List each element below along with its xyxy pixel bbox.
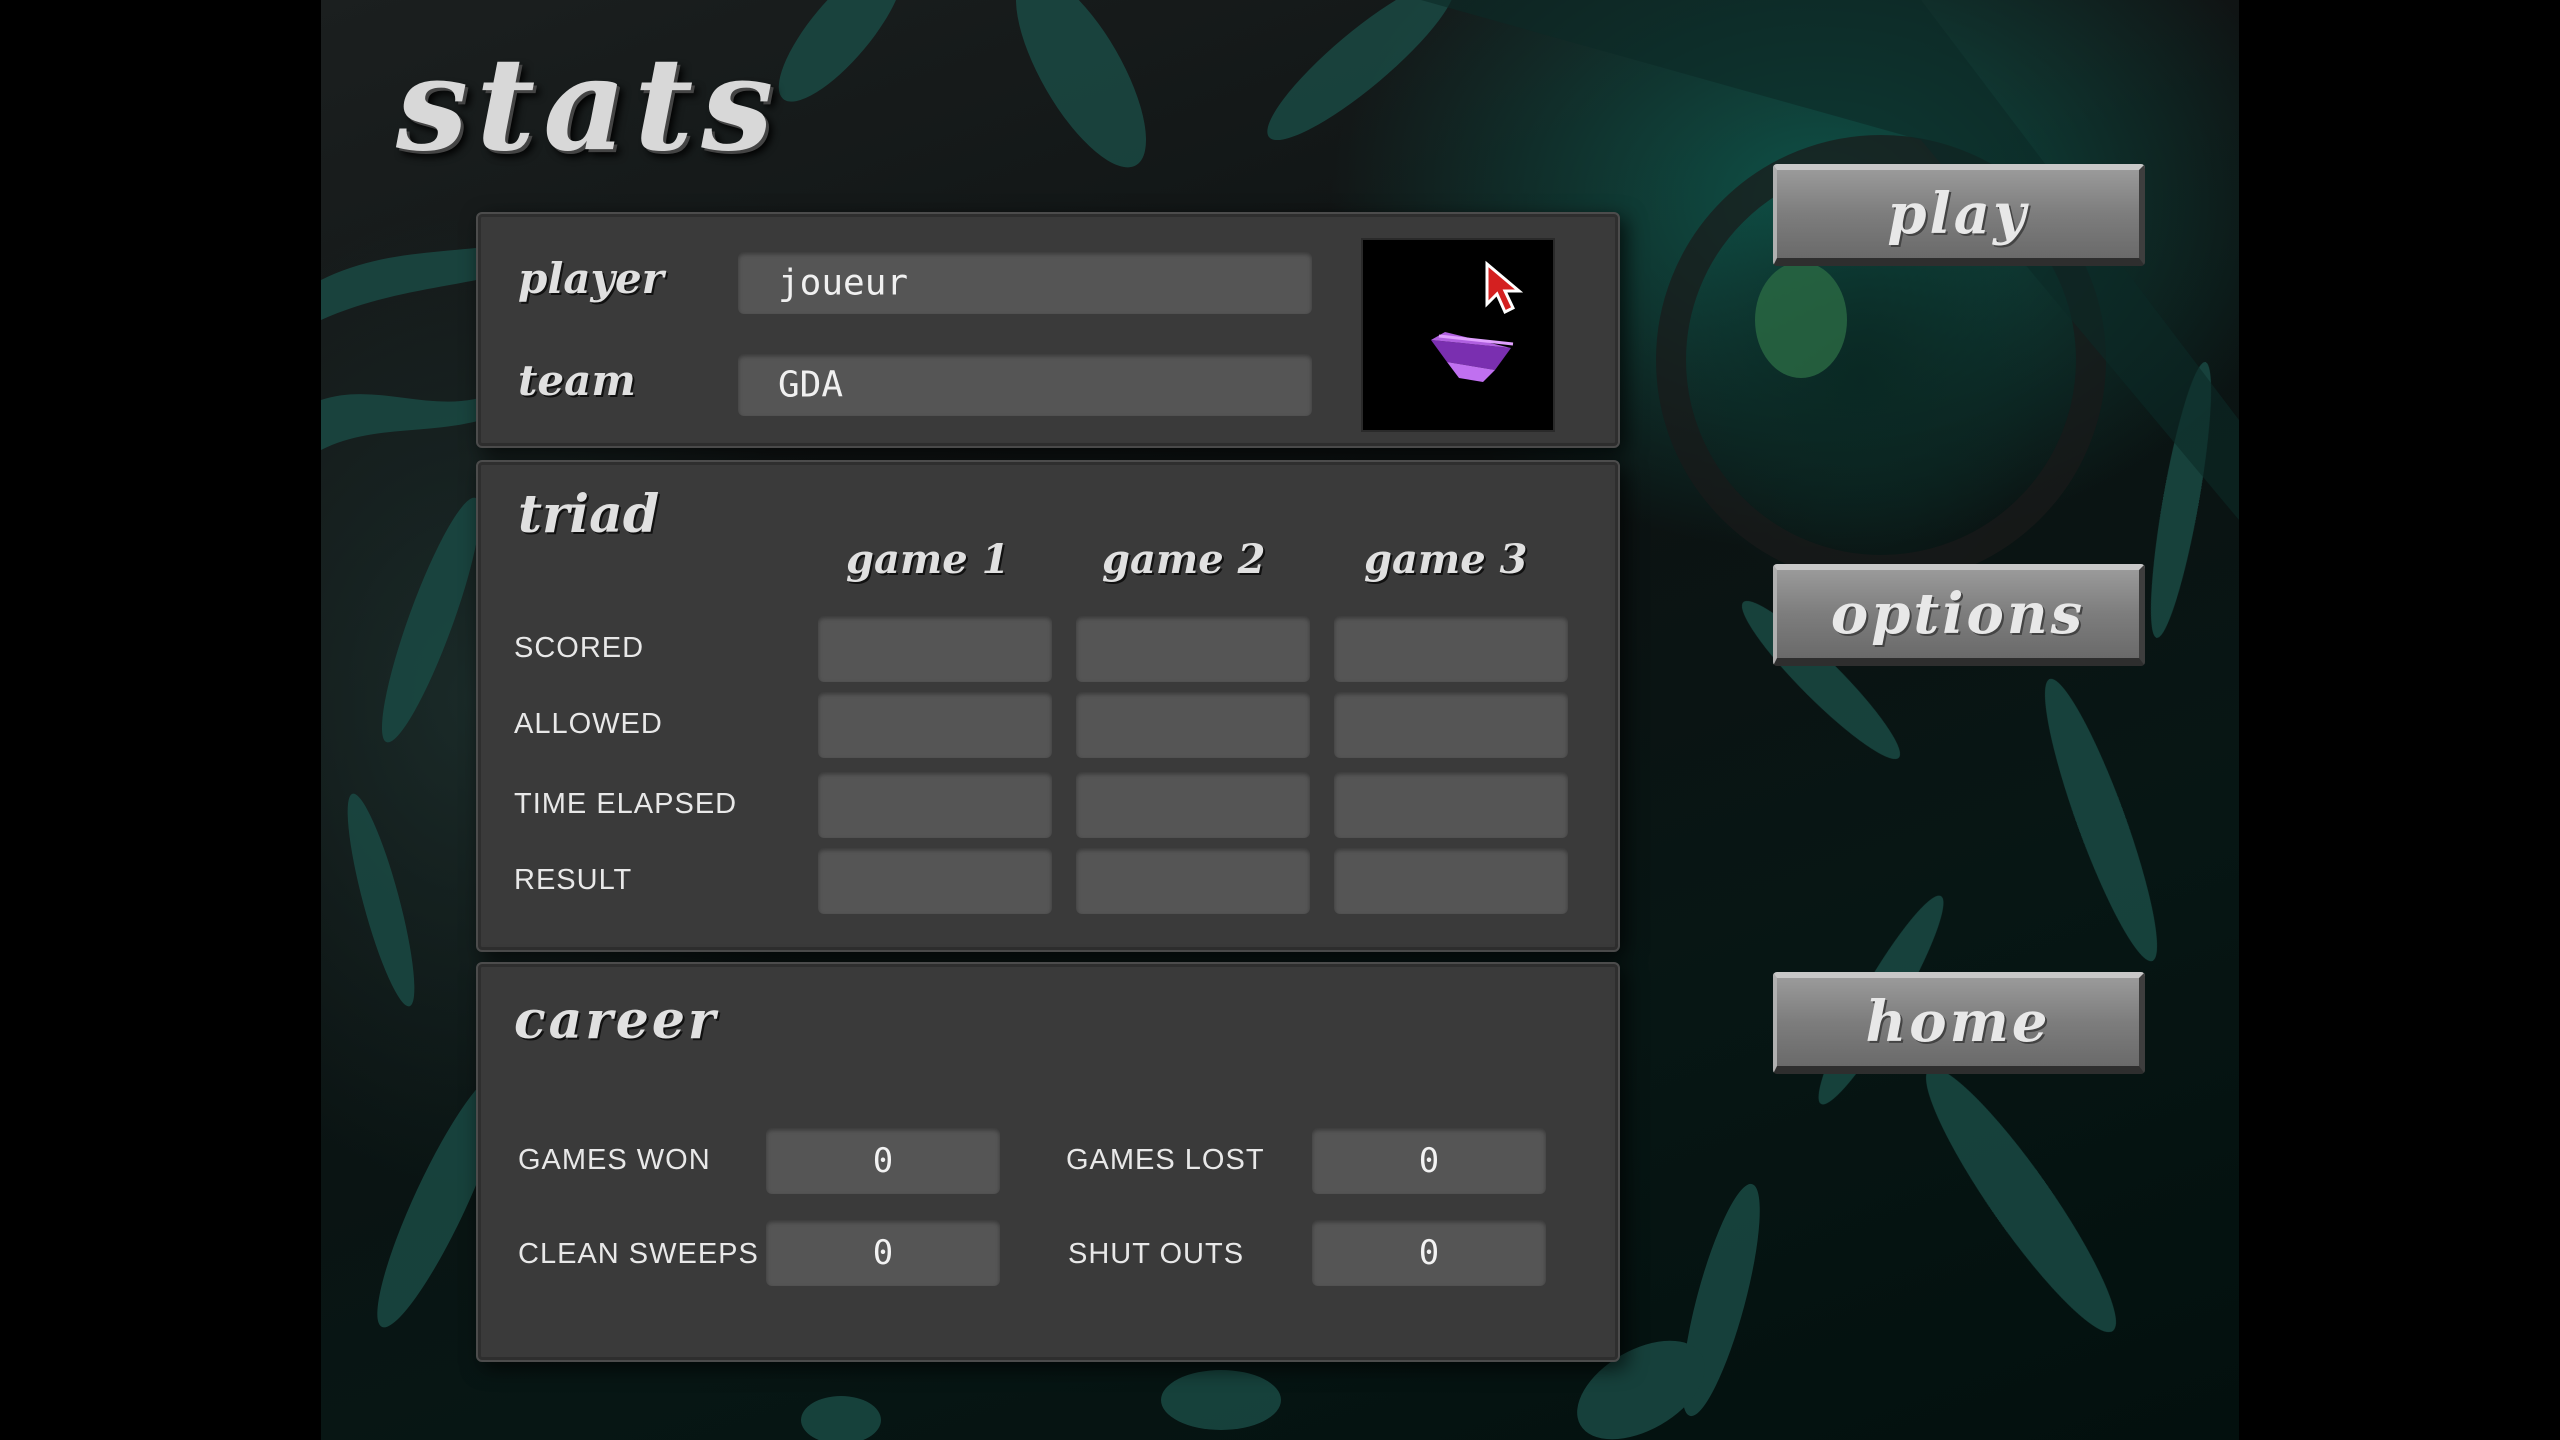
column-header-game-2: game 2 xyxy=(1102,536,1266,583)
shut-outs-label: SHUT OUTS xyxy=(1068,1238,1245,1270)
cell-allowed-game-2 xyxy=(1076,692,1310,758)
options-button[interactable]: options xyxy=(1773,564,2145,666)
shut-outs-value: 0 xyxy=(1312,1220,1546,1286)
screen-title: stats xyxy=(396,30,782,180)
clean-sweeps-value: 0 xyxy=(766,1220,1000,1286)
team-name-value: GDA xyxy=(778,364,844,406)
cell-scored-game-3 xyxy=(1334,616,1568,682)
cell-allowed-game-3 xyxy=(1334,692,1568,758)
team-logo[interactable] xyxy=(1361,238,1555,432)
team-logo-icon xyxy=(1431,332,1514,382)
cell-result-game-1 xyxy=(818,848,1052,914)
cell-time-game-2 xyxy=(1076,772,1310,838)
player-label: player xyxy=(518,254,664,303)
row-label-allowed: ALLOWED xyxy=(514,708,663,740)
game-screen: stats player joueur team GDA triad game … xyxy=(321,0,2239,1440)
cell-result-game-3 xyxy=(1334,848,1568,914)
games-won-label: GAMES WON xyxy=(518,1144,711,1176)
games-won-value: 0 xyxy=(766,1128,1000,1194)
mouse-cursor-icon xyxy=(1485,260,1523,315)
row-label-scored: SCORED xyxy=(514,632,645,664)
cell-time-game-3 xyxy=(1334,772,1568,838)
games-lost-label: GAMES LOST xyxy=(1066,1144,1265,1176)
triad-heading: triad xyxy=(518,484,660,545)
cell-scored-game-2 xyxy=(1076,616,1310,682)
triad-panel: triad game 1 game 2 game 3 SCORED ALLOWE… xyxy=(476,460,1620,952)
clean-sweeps-label: CLEAN SWEEPS xyxy=(518,1238,759,1270)
career-heading: career xyxy=(514,990,719,1051)
cell-result-game-2 xyxy=(1076,848,1310,914)
player-name-field[interactable]: joueur xyxy=(738,252,1312,314)
games-lost-value: 0 xyxy=(1312,1128,1546,1194)
home-button[interactable]: home xyxy=(1773,972,2145,1074)
team-label: team xyxy=(518,356,636,405)
row-label-time-elapsed: TIME ELAPSED xyxy=(514,788,738,820)
player-panel: player joueur team GDA xyxy=(476,212,1620,448)
player-name-value: joueur xyxy=(778,262,909,304)
team-name-field[interactable]: GDA xyxy=(738,354,1312,416)
cell-time-game-1 xyxy=(818,772,1052,838)
row-label-result: RESULT xyxy=(514,864,633,896)
cell-allowed-game-1 xyxy=(818,692,1052,758)
column-header-game-3: game 3 xyxy=(1364,536,1528,583)
career-panel: career GAMES WON 0 GAMES LOST 0 CLEAN SW… xyxy=(476,962,1620,1362)
cell-scored-game-1 xyxy=(818,616,1052,682)
play-button[interactable]: play xyxy=(1773,164,2145,266)
column-header-game-1: game 1 xyxy=(846,536,1010,583)
